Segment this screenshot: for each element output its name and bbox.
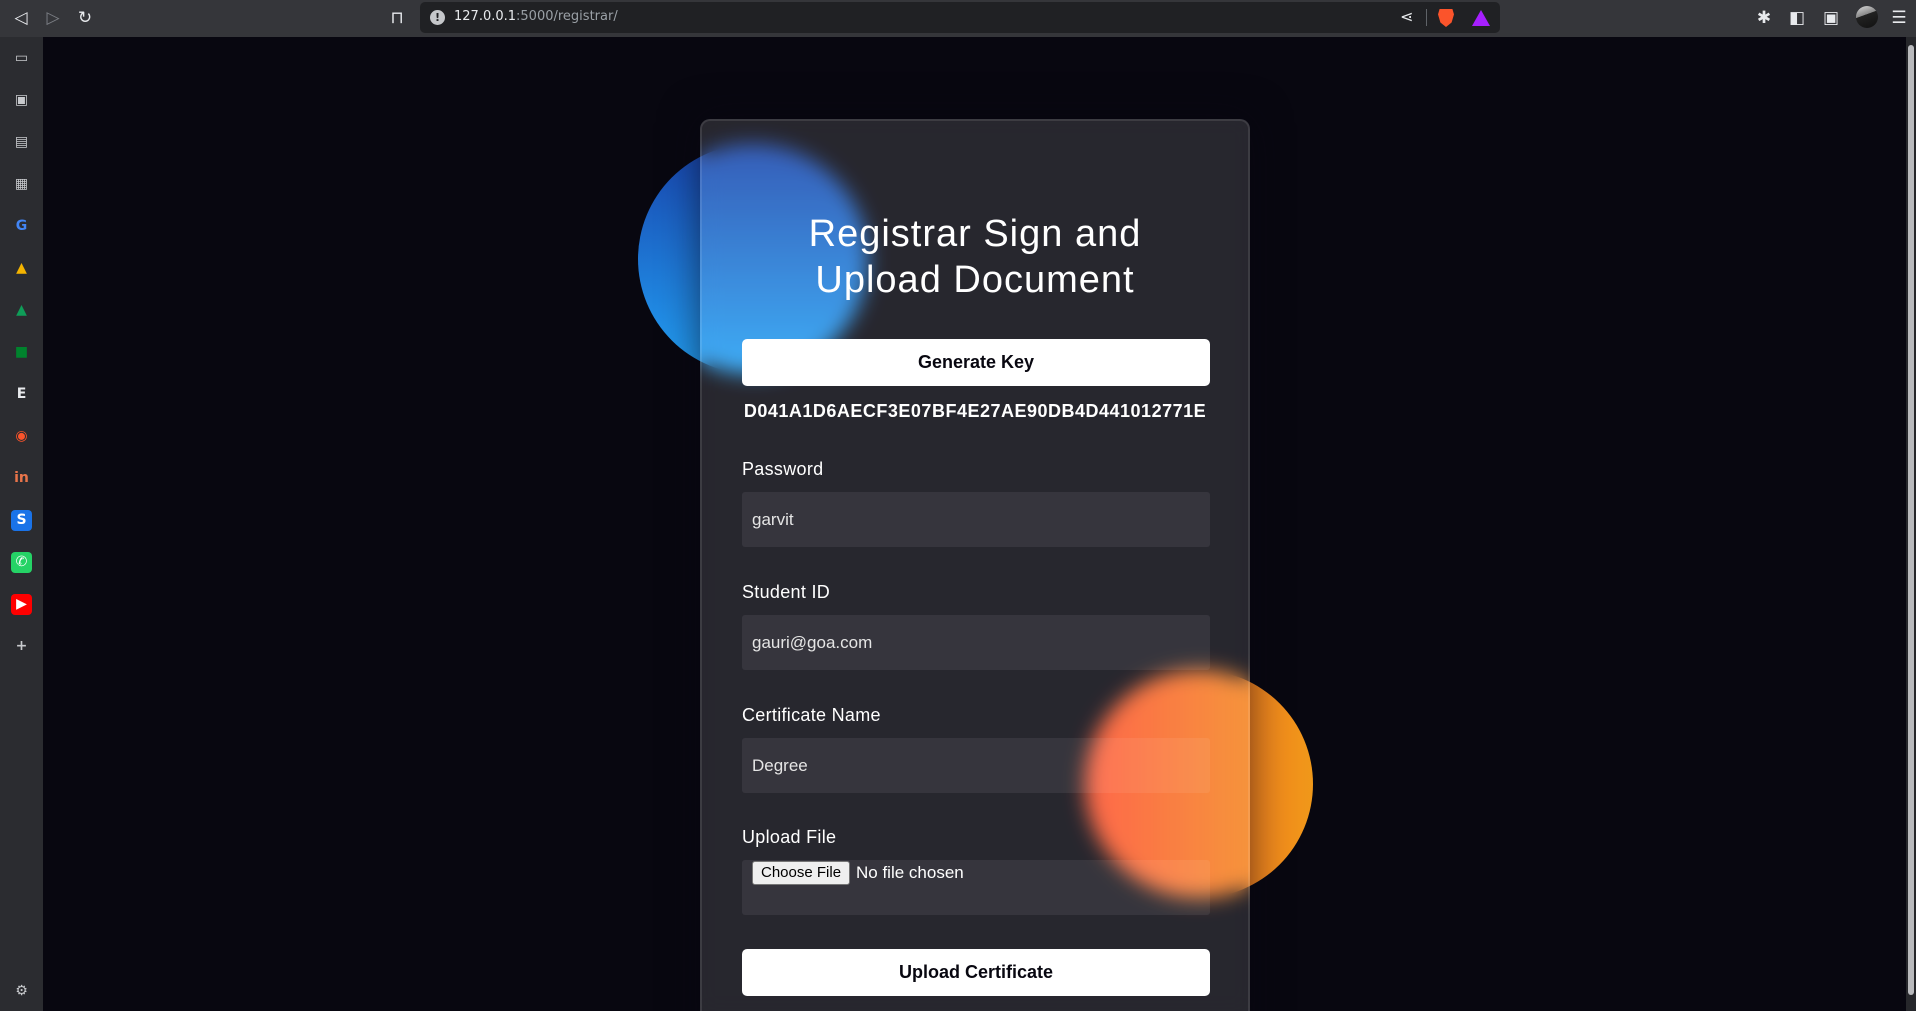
scroll-thumb[interactable] (1908, 45, 1914, 995)
certificate-name-label: Certificate Name (742, 705, 881, 725)
student-id-input[interactable]: gauri@goa.com (742, 615, 1210, 670)
brave-rewards-icon[interactable] (1472, 10, 1490, 26)
student-id-label: Student ID (742, 582, 831, 602)
reading-list-icon[interactable]: ▦ (11, 174, 32, 195)
address-bar[interactable]: ! 127.0.0.1:5000/registrar/ ⋖ (420, 2, 1500, 33)
settings-gear-icon[interactable]: ⚙ (11, 981, 32, 1002)
page-scrollbar[interactable] (1906, 37, 1916, 1011)
generated-key-text: D041A1D6AECF3E07BF4E27AE90DB4D441012771E (743, 401, 1207, 421)
url-text[interactable]: 127.0.0.1:5000/registrar/ (454, 9, 618, 24)
brave-talk-icon[interactable]: ◉ (11, 426, 32, 447)
wallet-toolbar-icon[interactable]: ▣ (1820, 7, 1842, 29)
add-icon[interactable]: + (11, 636, 32, 657)
file-input[interactable]: Choose File No file chosen (742, 860, 1210, 915)
back-icon[interactable]: ◁ (10, 7, 32, 29)
whatsapp-icon[interactable]: ✆ (11, 552, 32, 573)
wallet-icon[interactable]: ▣ (11, 90, 32, 111)
site-info-icon[interactable]: ! (430, 10, 445, 25)
photos-icon[interactable]: ▲ (11, 258, 32, 279)
in-icon[interactable]: in (11, 468, 32, 489)
extensions-icon[interactable]: ✱ (1753, 7, 1775, 29)
profile-avatar[interactable] (1856, 6, 1878, 28)
google-icon[interactable]: G (11, 216, 32, 237)
upload-file-label: Upload File (742, 827, 837, 847)
s-icon[interactable]: S (11, 510, 32, 531)
certificate-name-input[interactable]: Degree (742, 738, 1210, 793)
sidebar-toggle-icon[interactable]: ◧ (1786, 7, 1808, 29)
forward-icon[interactable]: ▷ (42, 7, 64, 29)
password-label: Password (742, 459, 824, 479)
password-input[interactable]: garvit (742, 492, 1210, 547)
brave-shields-icon[interactable] (1438, 9, 1454, 27)
share-icon[interactable]: ⋖ (1400, 7, 1413, 26)
video-icon[interactable]: ▭ (11, 48, 32, 69)
reload-icon[interactable]: ↻ (74, 7, 96, 29)
choose-file-button[interactable]: Choose File (752, 861, 851, 885)
browser-sidebar: ▭ ▣ ▤ ▦ G ▲ ▲ ■ E ◉ in S ✆ ▶ + ⚙ (0, 37, 43, 1011)
url-path: :5000/registrar/ (516, 9, 618, 24)
e-icon[interactable]: E (11, 384, 32, 405)
meet-icon[interactable]: ■ (11, 342, 32, 363)
no-file-text: No file chosen (856, 863, 964, 882)
bookmarks-icon[interactable]: ▤ (11, 132, 32, 153)
divider (1426, 9, 1427, 26)
youtube-icon[interactable]: ▶ (11, 594, 32, 615)
url-host: 127.0.0.1 (454, 9, 517, 24)
drive-icon[interactable]: ▲ (11, 300, 32, 321)
registrar-form-card: Registrar Sign and Upload Document Gener… (700, 119, 1250, 1011)
title-line-2: Upload Document (815, 259, 1135, 301)
bookmark-icon[interactable]: ⊓ (386, 7, 408, 29)
title-line-1: Registrar Sign and (808, 213, 1142, 255)
upload-certificate-button[interactable]: Upload Certificate (742, 949, 1210, 996)
page-title: Registrar Sign and Upload Document (702, 211, 1248, 303)
browser-toolbar: ◁ ▷ ↻ ⊓ ! 127.0.0.1:5000/registrar/ ⋖ ✱ … (0, 0, 1916, 37)
menu-icon[interactable]: ☰ (1888, 7, 1910, 29)
generate-key-button[interactable]: Generate Key (742, 339, 1210, 386)
page-content: Registrar Sign and Upload Document Gener… (43, 37, 1906, 1011)
